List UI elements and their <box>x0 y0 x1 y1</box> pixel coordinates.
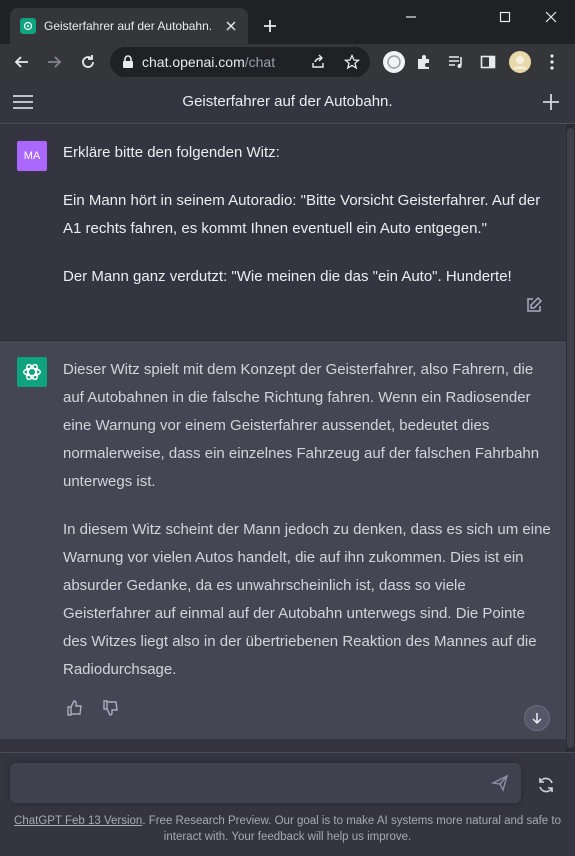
scroll-to-bottom-button[interactable] <box>524 705 550 731</box>
media-queue-icon[interactable] <box>446 52 466 72</box>
reload-icon[interactable] <box>76 50 100 74</box>
share-icon[interactable] <box>310 54 326 70</box>
composer-area: ChatGPT Feb 13 Version. Free Research Pr… <box>0 752 575 856</box>
new-chat-plus-icon[interactable] <box>541 92 561 112</box>
extensions-puzzle-icon[interactable] <box>414 52 434 72</box>
user-paragraph: Ein Mann hört in seinem Autoradio: "Bitt… <box>63 192 541 237</box>
scrollbar-thumb[interactable] <box>567 128 574 748</box>
conversation-spacer <box>0 739 566 752</box>
url-path: /chat <box>244 54 276 70</box>
assistant-message-text: Dieser Witz spielt mit dem Konzept der G… <box>63 356 553 704</box>
new-tab-icon[interactable] <box>258 14 282 38</box>
version-link[interactable]: ChatGPT Feb 13 Version <box>14 815 142 827</box>
browser-toolbar: chat.openai.com/chat <box>0 44 575 80</box>
message-input-box[interactable] <box>10 763 521 803</box>
footer-text: . Free Research Preview. Our goal is to … <box>142 815 561 843</box>
profile-avatar-icon[interactable] <box>508 50 532 74</box>
user-avatar: MA <box>17 141 47 171</box>
bookmark-star-icon[interactable] <box>343 53 361 70</box>
assistant-message: Dieser Witz spielt mit dem Konzept der G… <box>0 341 566 739</box>
user-paragraph: Erkläre bitte den folgenden Witz: <box>63 144 280 161</box>
address-bar[interactable]: chat.openai.com/chat <box>110 47 370 77</box>
maximize-icon[interactable] <box>492 6 518 28</box>
arrow-down-icon <box>531 712 543 724</box>
tab-close-icon[interactable] <box>222 17 240 35</box>
tab-title: Geisterfahrer auf der Autobahn. <box>44 19 213 33</box>
send-icon[interactable] <box>490 774 509 792</box>
page-scrollbar[interactable] <box>566 124 575 752</box>
url-text[interactable]: chat.openai.com/chat <box>142 54 275 70</box>
url-host: chat.openai.com <box>142 54 245 70</box>
regenerate-icon[interactable] <box>528 767 564 803</box>
browser-tab[interactable]: Geisterfahrer auf der Autobahn. <box>10 8 248 44</box>
footer-disclaimer: ChatGPT Feb 13 Version. Free Research Pr… <box>10 813 565 845</box>
browser-tab-bar: Geisterfahrer auf der Autobahn. <box>0 0 575 44</box>
minimize-icon[interactable] <box>398 6 424 28</box>
chat-title: Geisterfahrer auf der Autobahn. <box>182 93 393 110</box>
thumbs-up-icon[interactable] <box>66 699 84 717</box>
openai-favicon-icon <box>20 18 36 34</box>
assistant-paragraph: In diesem Witz scheint der Mann jedoch z… <box>63 521 551 678</box>
user-paragraph: Der Mann ganz verdutzt: "Wie meinen die … <box>63 268 512 285</box>
message-input[interactable] <box>10 763 480 803</box>
browser-menu-icon[interactable] <box>542 52 562 72</box>
user-message: MA Erkläre bitte den folgenden Witz: Ein… <box>0 124 566 341</box>
lock-icon[interactable] <box>122 55 134 69</box>
chat-header: Geisterfahrer auf der Autobahn. <box>0 80 575 124</box>
back-arrow-icon[interactable] <box>10 50 34 74</box>
hamburger-menu-icon[interactable] <box>12 92 34 112</box>
thumbs-down-icon[interactable] <box>102 699 120 717</box>
forward-arrow-icon[interactable] <box>42 50 66 74</box>
assistant-paragraph: Dieser Witz spielt mit dem Konzept der G… <box>63 361 540 490</box>
side-panel-icon[interactable] <box>478 52 498 72</box>
user-message-text: Erkläre bitte den folgenden Witz: Ein Ma… <box>63 139 553 311</box>
edit-message-icon[interactable] <box>525 296 543 314</box>
extension-avatar-icon[interactable] <box>382 50 406 74</box>
chatgpt-logo-icon <box>17 357 47 387</box>
window-close-icon[interactable] <box>538 6 564 28</box>
